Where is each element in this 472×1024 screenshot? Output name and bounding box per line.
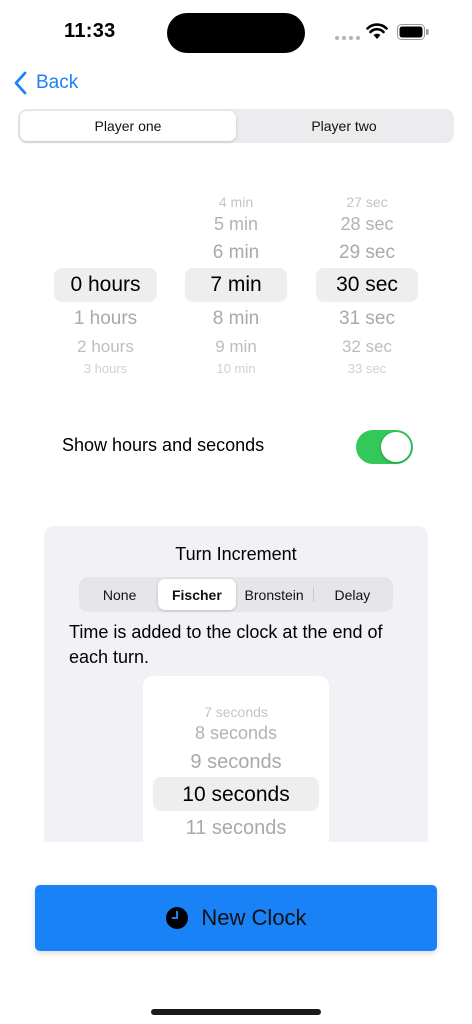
seconds-option[interactable]: 32 sec bbox=[316, 337, 418, 357]
increment-picker[interactable]: 7 seconds 8 seconds 9 seconds 10 seconds… bbox=[143, 676, 329, 842]
increment-option[interactable]: 11 seconds bbox=[143, 817, 329, 840]
minutes-option[interactable]: 6 min bbox=[185, 242, 287, 264]
turn-increment-title: Turn Increment bbox=[175, 544, 297, 564]
show-hours-seconds-toggle[interactable] bbox=[356, 430, 413, 464]
home-indicator bbox=[151, 1009, 321, 1015]
minutes-option[interactable]: 10 min bbox=[185, 361, 287, 376]
show-hours-seconds-label: Show hours and seconds bbox=[62, 435, 265, 455]
seconds-option-selected[interactable]: 30 sec bbox=[316, 273, 418, 297]
increment-option[interactable]: 9 seconds bbox=[143, 751, 329, 774]
turn-increment-card: Turn Increment None Fischer Bronstein De… bbox=[44, 526, 428, 842]
player-segmented-control[interactable]: Player one Player two bbox=[18, 109, 454, 143]
hours-option[interactable]: 1 hours bbox=[54, 308, 157, 330]
seconds-wheel[interactable]: 27 sec 28 sec 29 sec 30 sec 31 sec 32 se… bbox=[316, 180, 418, 380]
minutes-option[interactable]: 5 min bbox=[185, 214, 287, 235]
seconds-option[interactable]: 31 sec bbox=[316, 308, 418, 330]
increment-option[interactable]: 7 seconds bbox=[143, 704, 329, 720]
dynamic-island bbox=[167, 13, 305, 53]
increment-description: Time is added to the clock at the end of… bbox=[69, 622, 383, 667]
minutes-option-selected[interactable]: 7 min bbox=[185, 273, 287, 297]
mode-fischer[interactable]: Fischer bbox=[158, 579, 236, 610]
seconds-option[interactable]: 27 sec bbox=[316, 194, 418, 210]
back-button[interactable]: Back bbox=[12, 68, 78, 98]
tab-player-one[interactable]: Player one bbox=[20, 111, 236, 141]
mode-none[interactable]: None bbox=[81, 579, 158, 610]
minutes-option[interactable]: 4 min bbox=[185, 194, 287, 210]
back-label: Back bbox=[36, 72, 79, 93]
clock-icon bbox=[166, 907, 189, 929]
tab-player-two[interactable]: Player two bbox=[236, 111, 452, 141]
seconds-option[interactable]: 33 sec bbox=[316, 361, 418, 376]
battery-icon bbox=[397, 24, 429, 40]
seconds-option[interactable]: 28 sec bbox=[316, 214, 418, 235]
seconds-option[interactable]: 29 sec bbox=[316, 242, 418, 264]
mode-bronstein[interactable]: Bronstein bbox=[236, 579, 313, 610]
hours-option-selected[interactable]: 0 hours bbox=[54, 273, 157, 297]
new-clock-label: New Clock bbox=[201, 905, 307, 930]
minutes-wheel[interactable]: 4 min 5 min 6 min 7 min 8 min 9 min 10 m… bbox=[185, 180, 287, 380]
chevron-left-icon bbox=[14, 71, 27, 95]
hours-wheel[interactable]: 0 hours 1 hours 2 hours 3 hours bbox=[54, 180, 157, 380]
status-time: 11:33 bbox=[64, 20, 116, 42]
minutes-option[interactable]: 9 min bbox=[185, 337, 287, 357]
minutes-option[interactable]: 8 min bbox=[185, 308, 287, 330]
cellular-signal-icon bbox=[335, 36, 360, 40]
mode-delay[interactable]: Delay bbox=[314, 579, 391, 610]
increment-option-selected[interactable]: 10 seconds bbox=[143, 783, 329, 807]
new-clock-button[interactable]: New Clock bbox=[35, 885, 437, 951]
increment-option[interactable]: 8 seconds bbox=[143, 723, 329, 744]
wifi-icon bbox=[366, 23, 388, 39]
toggle-knob bbox=[381, 432, 411, 462]
increment-mode-segmented-control[interactable]: None Fischer Bronstein Delay bbox=[79, 577, 393, 612]
hours-option[interactable]: 3 hours bbox=[54, 361, 157, 376]
hours-option[interactable]: 2 hours bbox=[54, 337, 157, 357]
